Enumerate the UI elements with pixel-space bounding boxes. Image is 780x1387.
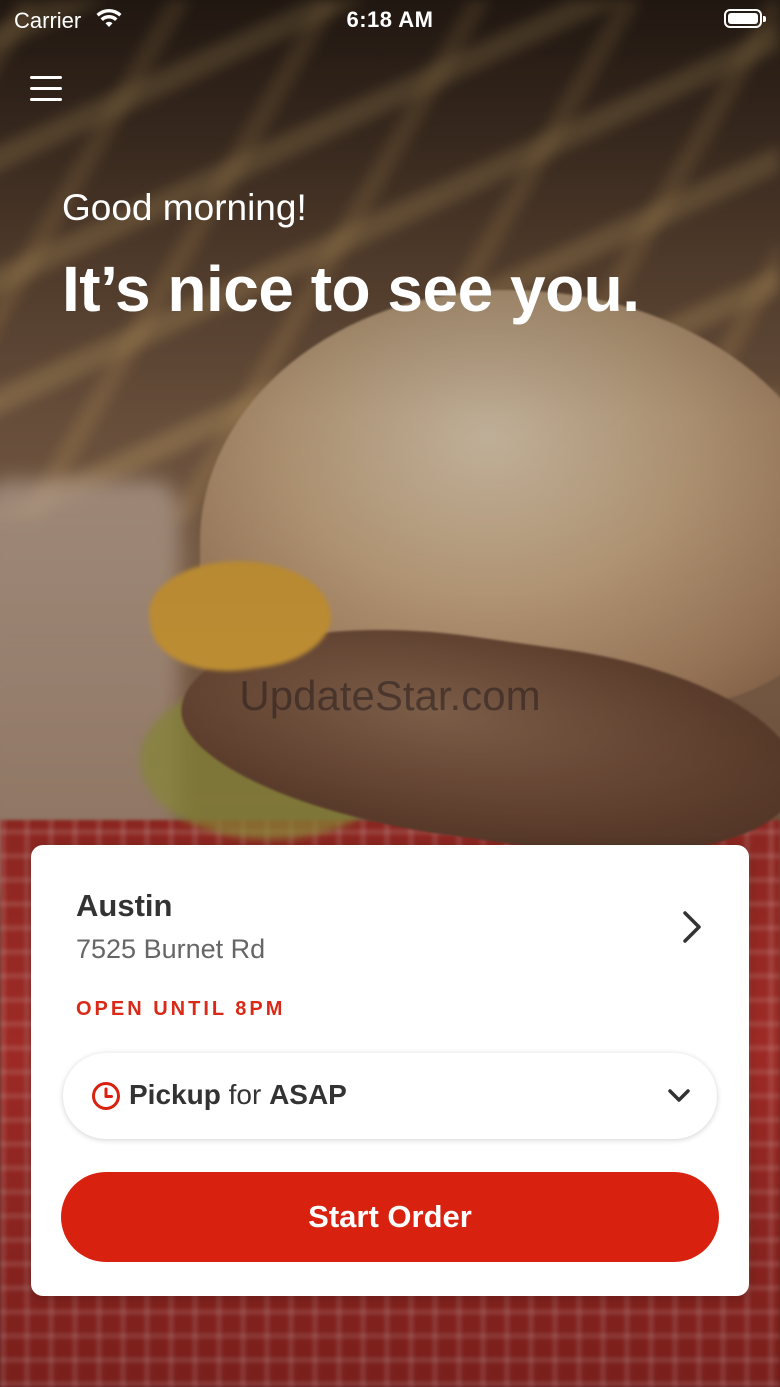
chevron-right-icon bbox=[683, 911, 701, 943]
chevron-down-icon bbox=[668, 1089, 690, 1102]
order-connector: for bbox=[228, 1079, 262, 1110]
clock-time: 6:18 AM bbox=[346, 7, 434, 32]
battery-icon bbox=[724, 9, 766, 28]
location-selector[interactable]: Austin 7525 Burnet Rd bbox=[31, 845, 749, 985]
location-city: Austin bbox=[76, 888, 173, 923]
location-card: Austin 7525 Burnet Rd OPEN UNTIL 8PM Pic… bbox=[31, 845, 749, 1296]
order-mode: Pickup bbox=[129, 1079, 221, 1110]
location-address: 7525 Burnet Rd bbox=[76, 934, 266, 964]
order-time: ASAP bbox=[269, 1079, 347, 1110]
headline-text: It’s nice to see you. bbox=[62, 253, 640, 325]
hamburger-menu-icon[interactable] bbox=[30, 74, 62, 104]
greeting-text: Good morning! bbox=[62, 187, 307, 228]
watermark-text: UpdateStar.com bbox=[239, 672, 541, 719]
store-hours-badge: OPEN UNTIL 8PM bbox=[76, 998, 286, 1020]
status-bar: Carrier 6:18 AM bbox=[0, 0, 780, 42]
clock-icon bbox=[92, 1082, 120, 1110]
start-order-button[interactable]: Start Order bbox=[61, 1172, 719, 1262]
order-type-dropdown[interactable]: Pickup for ASAP bbox=[63, 1053, 717, 1139]
order-type-label: Pickup for ASAP bbox=[129, 1079, 347, 1111]
